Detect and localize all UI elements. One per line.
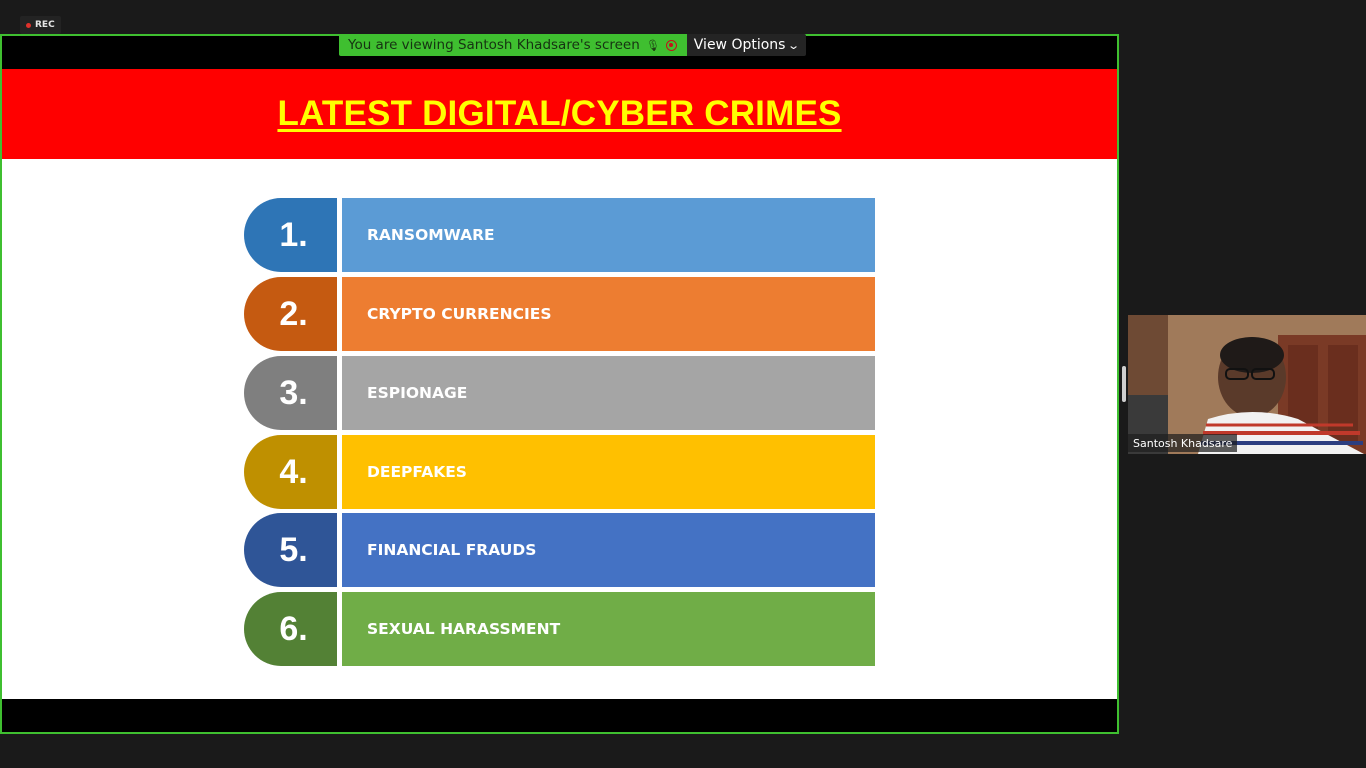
item-label: CRYPTO CURRENCIES [342,277,875,351]
viewing-notice: You are viewing Santosh Khadsare's scree… [339,34,687,56]
item-label: RANSOMWARE [342,198,875,272]
item-label: ESPIONAGE [342,356,875,430]
recording-indicator: REC [20,16,61,34]
item-number: 3. [244,356,337,430]
participant-name-label: Santosh Khadsare [1128,434,1238,452]
microphone-muted-icon: 🎙 [645,38,660,52]
slide-body: 1. RANSOMWARE 2. CRYPTO CURRENCIES 3. ES… [2,159,1117,699]
viewing-text: You are viewing Santosh Khadsare's scree… [348,37,640,53]
recording-label: REC [35,20,55,30]
item-number: 4. [244,435,337,509]
shared-screen: LATEST DIGITAL/CYBER CRIMES 1. RANSOMWAR… [0,34,1119,734]
record-dot-icon [26,22,31,28]
panel-resize-handle[interactable] [1122,366,1126,402]
item-label: FINANCIAL FRAUDS [342,513,875,587]
item-number: 6. [244,592,337,666]
slide-title: LATEST DIGITAL/CYBER CRIMES [277,94,842,133]
item-number: 5. [244,513,337,587]
view-options-label: View Options [693,37,786,53]
item-number: 1. [244,198,337,272]
screen-share-banner: You are viewing Santosh Khadsare's scree… [339,34,806,56]
slide-header: LATEST DIGITAL/CYBER CRIMES [2,69,1117,159]
stop-sharing-icon[interactable] [665,39,677,51]
chevron-down-icon: ⌄ [787,38,801,52]
item-label: DEEPFAKES [342,435,875,509]
item-label: SEXUAL HARASSMENT [342,592,875,666]
item-number: 2. [244,277,337,351]
view-options-button[interactable]: View Options ⌄ [686,34,806,56]
